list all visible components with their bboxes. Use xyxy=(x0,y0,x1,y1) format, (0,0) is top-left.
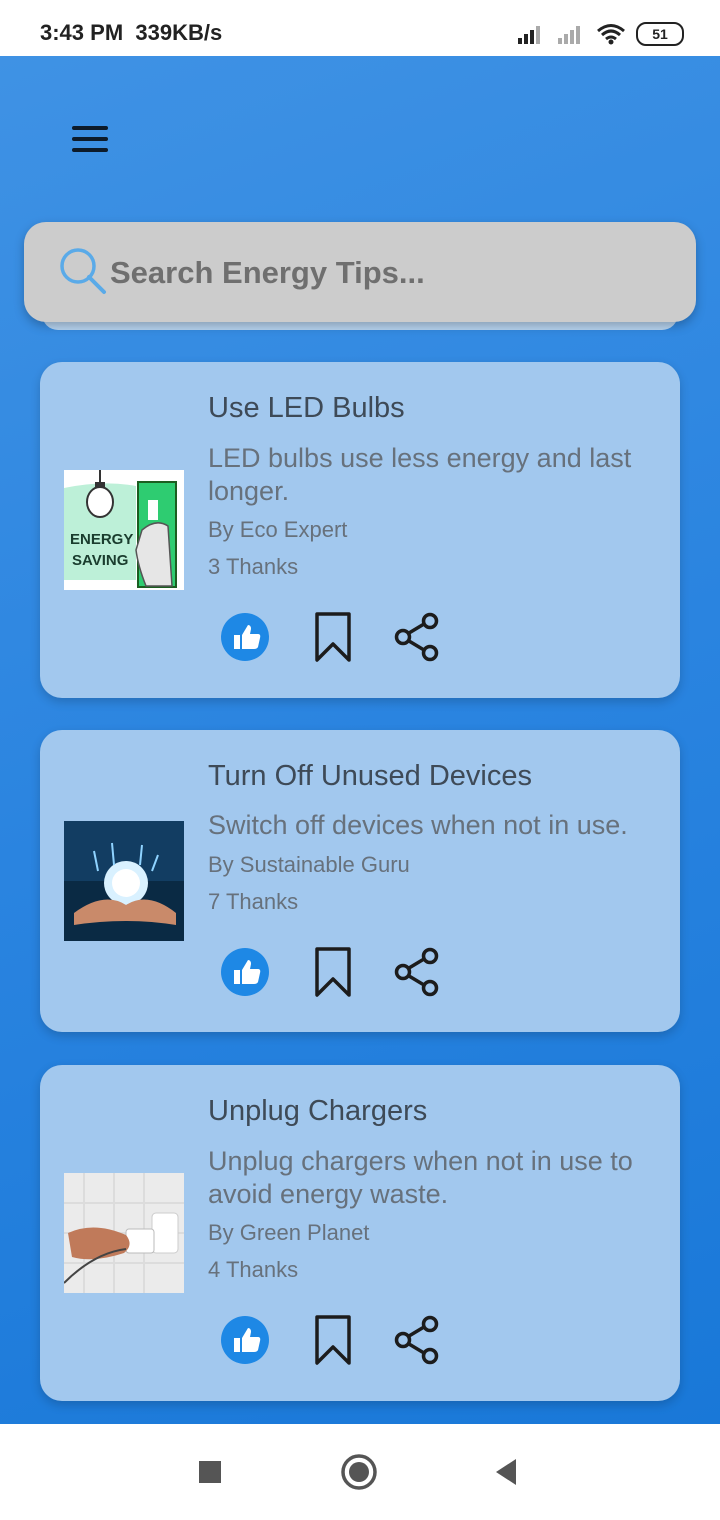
tip-actions xyxy=(220,1315,442,1365)
like-icon xyxy=(221,1316,269,1364)
svg-text:ENERGY: ENERGY xyxy=(70,531,133,548)
tip-thanks: 4 Thanks xyxy=(208,1257,299,1282)
like-icon xyxy=(221,948,269,996)
bookmark-button[interactable] xyxy=(308,1315,358,1365)
share-icon xyxy=(394,1315,439,1365)
tip-card[interactable]: Unplug Chargers Unplug chargers when not… xyxy=(40,1065,680,1401)
energy-saving-image: ENERGY SAVING xyxy=(64,470,184,590)
energy-globe-image xyxy=(64,821,184,941)
tip-title: Unplug Chargers xyxy=(208,1095,428,1127)
like-button[interactable] xyxy=(220,1315,270,1365)
tip-description: Unplug chargers when not in use to avoid… xyxy=(208,1146,633,1209)
status-bar: 3:43 PM 339KB/s 51 xyxy=(0,0,720,56)
tip-card[interactable]: Turn Off Unused Devices Switch off devic… xyxy=(40,730,680,1032)
menu-button[interactable] xyxy=(72,126,108,154)
share-icon xyxy=(394,947,439,997)
like-icon xyxy=(221,613,269,661)
tip-description: Switch off devices when not in use. xyxy=(208,810,628,840)
bookmark-icon xyxy=(315,1315,351,1365)
tip-image xyxy=(64,821,184,941)
network-speed: 339KB/s xyxy=(135,20,223,45)
tip-actions xyxy=(220,612,442,662)
bookmark-button[interactable] xyxy=(308,612,358,662)
tip-thanks: 7 Thanks xyxy=(208,889,299,914)
search-bar[interactable] xyxy=(24,222,696,322)
tip-image: ENERGY SAVING xyxy=(64,470,184,590)
battery-icon: 51 xyxy=(636,22,684,46)
tip-description: LED bulbs use less energy and last longe… xyxy=(208,443,632,506)
tip-actions xyxy=(220,947,442,997)
home-icon[interactable] xyxy=(340,1453,378,1491)
bookmark-button[interactable] xyxy=(308,947,358,997)
tip-author: By Sustainable Guru xyxy=(208,852,410,877)
search-icon xyxy=(60,248,106,294)
like-button[interactable] xyxy=(220,612,270,662)
tip-title: Use LED Bulbs xyxy=(208,392,405,424)
share-button[interactable] xyxy=(392,947,442,997)
tip-image xyxy=(64,1173,184,1293)
back-icon[interactable] xyxy=(494,1458,518,1486)
share-icon xyxy=(394,612,439,662)
recents-icon[interactable] xyxy=(198,1460,222,1484)
share-button[interactable] xyxy=(392,612,442,662)
share-button[interactable] xyxy=(392,1315,442,1365)
tip-thanks: 3 Thanks xyxy=(208,554,299,579)
signal-icon xyxy=(558,26,580,44)
tip-author: By Green Planet xyxy=(208,1220,370,1245)
status-time: 3:43 PM 339KB/s xyxy=(40,20,223,45)
tip-author: By Eco Expert xyxy=(208,517,348,542)
main-content: ENERGY SAVING Use LED Bulbs LED bulbs us… xyxy=(0,56,720,1424)
search-input[interactable] xyxy=(108,244,672,302)
bookmark-icon xyxy=(315,612,351,662)
signal-icon xyxy=(518,26,540,44)
like-button[interactable] xyxy=(220,947,270,997)
tip-card[interactable]: ENERGY SAVING Use LED Bulbs LED bulbs us… xyxy=(40,362,680,698)
svg-text:SAVING: SAVING xyxy=(72,552,128,569)
unplug-charger-image xyxy=(64,1173,184,1293)
wifi-icon xyxy=(597,24,625,45)
tip-title: Turn Off Unused Devices xyxy=(208,760,532,792)
bookmark-icon xyxy=(315,947,351,997)
system-nav-bar xyxy=(0,1424,720,1520)
